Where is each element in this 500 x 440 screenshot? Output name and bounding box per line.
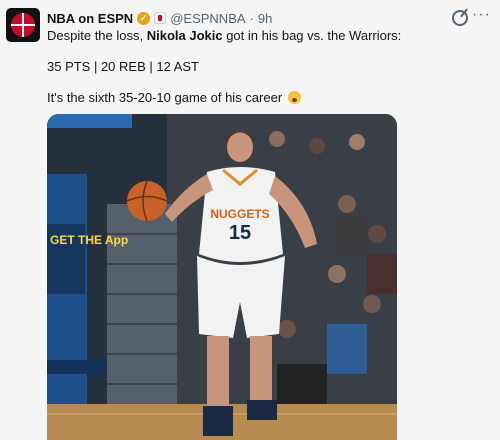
stat-line: 35 PTS | 20 REB | 12 AST bbox=[47, 59, 199, 74]
grok-icon[interactable] bbox=[452, 10, 468, 26]
shot-clock-bar bbox=[47, 114, 132, 128]
verified-badge-icon[interactable]: ✓ bbox=[137, 11, 151, 25]
author-name[interactable]: NBA on ESPN bbox=[47, 11, 133, 26]
tweet-header: NBA on ESPN ✓ @ESPNNBA · 9h bbox=[47, 9, 272, 27]
exploding-head-emoji-icon bbox=[287, 91, 301, 104]
player-head bbox=[227, 132, 253, 162]
avatar[interactable] bbox=[6, 8, 40, 42]
tweet-line-3: It's the sixth 35-20-10 game of his care… bbox=[47, 90, 301, 106]
player-left-shoe bbox=[203, 406, 233, 436]
tweet-line-1: Despite the loss, Nikola Jokic got in hi… bbox=[47, 28, 401, 44]
game-photo-illustration: GET THE App NUGGETS 15 bbox=[47, 114, 397, 440]
espn-affiliate-icon[interactable] bbox=[154, 12, 167, 24]
player-name: Nikola Jokic bbox=[146, 28, 223, 43]
player-right-shoe bbox=[247, 400, 277, 420]
author-handle[interactable]: @ESPNNBA bbox=[170, 11, 245, 26]
line1-prefix: Despite the loss, bbox=[47, 28, 147, 43]
tweet-photo[interactable]: GET THE App NUGGETS 15 bbox=[47, 114, 397, 440]
jersey-team-text: NUGGETS bbox=[210, 207, 269, 221]
line3-text: It's the sixth 35-20-10 game of his care… bbox=[47, 90, 283, 105]
post-time[interactable]: 9h bbox=[258, 11, 272, 26]
basketball bbox=[127, 181, 167, 221]
header-separator: · bbox=[249, 10, 254, 26]
more-options-icon[interactable]: ··· bbox=[472, 6, 491, 24]
nba-logo-icon bbox=[11, 13, 35, 37]
player-left-leg bbox=[207, 336, 229, 412]
jersey-number-text: 15 bbox=[229, 222, 251, 244]
ad-text: GET THE App bbox=[50, 233, 128, 247]
player-right-leg bbox=[250, 336, 272, 406]
line1-suffix: got in his bag vs. the Warriors: bbox=[222, 28, 402, 43]
kia-ad-strip bbox=[47, 360, 107, 374]
